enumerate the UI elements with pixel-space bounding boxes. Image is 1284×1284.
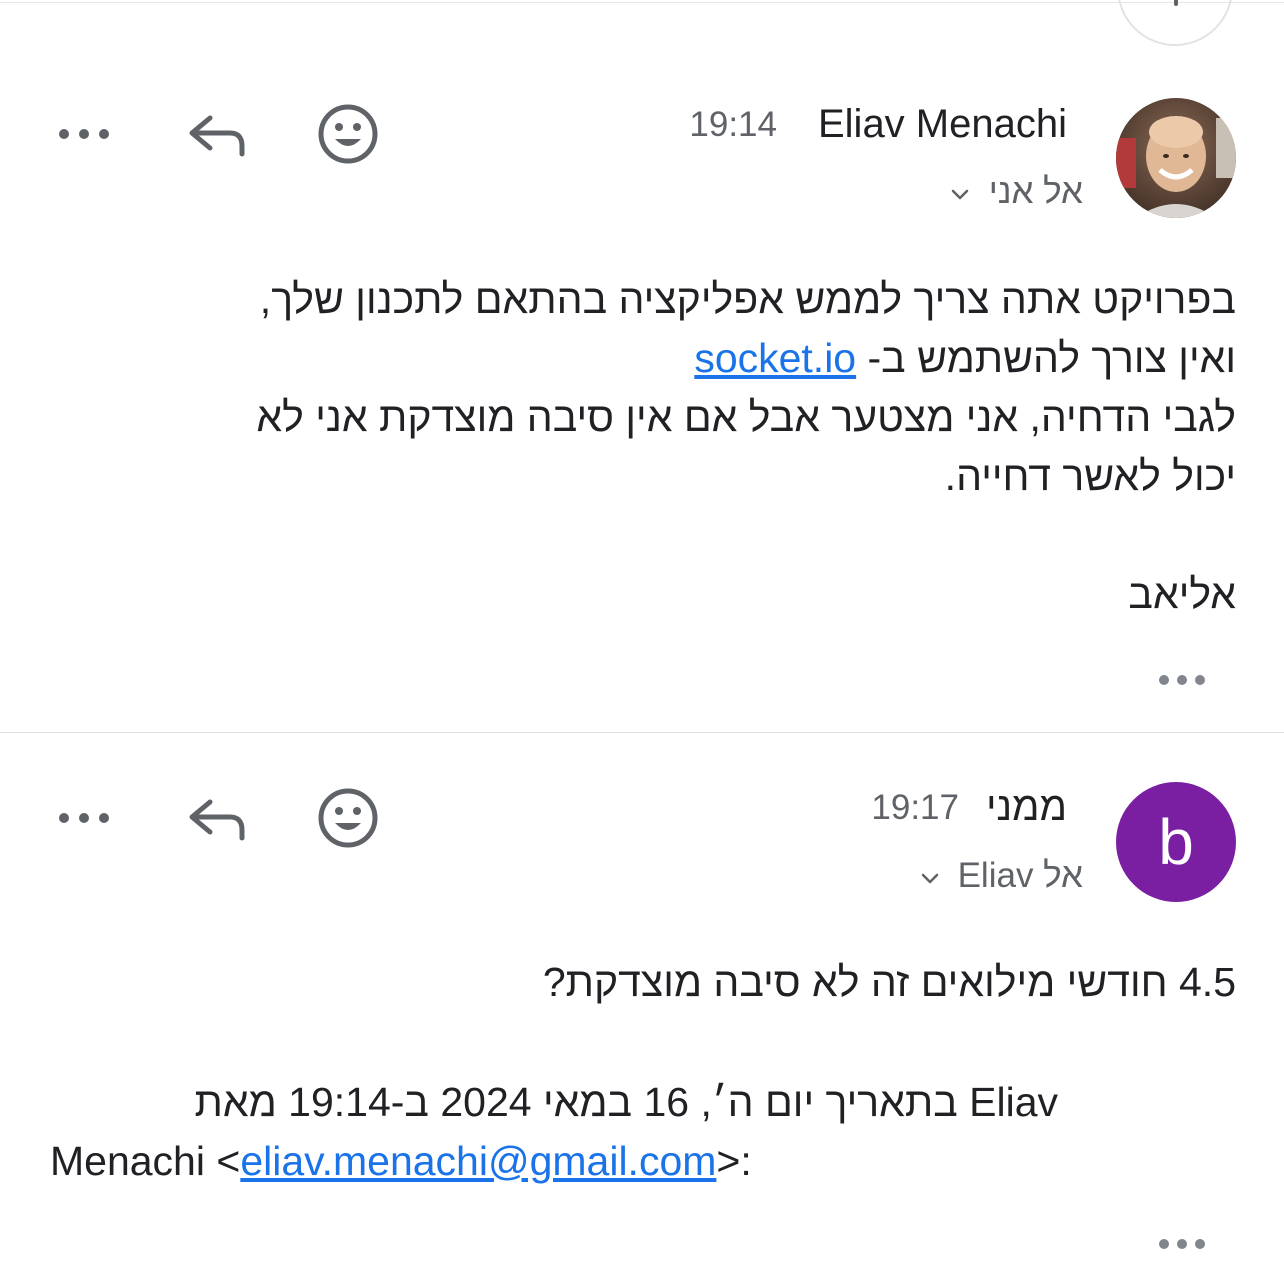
chevron-down-icon[interactable] bbox=[921, 873, 939, 885]
reply-icon bbox=[189, 799, 245, 841]
quoted-header: Eliav בתאריך יום ה׳, 16 במאי 2024 ב-19:1… bbox=[50, 1073, 1058, 1191]
more-horizontal-icon bbox=[59, 129, 109, 139]
message-time: 19:14 bbox=[689, 105, 777, 144]
body-line: לגבי הדחיה, אני מצטער אבל אם אין סיבה מו… bbox=[256, 394, 1236, 440]
reply-button[interactable] bbox=[184, 786, 248, 850]
chevron-down-icon[interactable] bbox=[951, 189, 969, 201]
body-line: ואין צורך להשתמש ב- socket.io bbox=[256, 329, 1236, 388]
body-line: יכול לאשר דחייה. bbox=[944, 453, 1236, 499]
message-card-1: Eliav Menachi 19:14 אל אני בפרויקט אתה צ… bbox=[0, 0, 1284, 732]
show-quoted-text-icon[interactable] bbox=[1156, 1234, 1212, 1254]
sender-name[interactable]: ממני bbox=[986, 785, 1067, 830]
show-quoted-text-icon[interactable] bbox=[1156, 670, 1212, 690]
sender-avatar[interactable]: b bbox=[1116, 782, 1236, 902]
message-body: בפרויקט אתה צריך לממש אפליקציה בהתאם לתכ… bbox=[256, 270, 1236, 624]
quoted-header-line: Menachi <eliav.menachi@gmail.com>: bbox=[50, 1132, 1058, 1191]
quoted-suffix: >: bbox=[716, 1138, 752, 1184]
body-line: בפרויקט אתה צריך לממש אפליקציה בהתאם לתכ… bbox=[259, 276, 1236, 322]
sender-avatar-photo[interactable] bbox=[1116, 98, 1236, 218]
smiley-icon bbox=[318, 788, 378, 848]
recipient-label[interactable]: אל Eliav bbox=[958, 856, 1083, 896]
message-body: 4.5 חודשי מילואים זה לא סיבה מוצדקת? bbox=[543, 953, 1236, 1012]
signature: אליאב bbox=[1128, 571, 1236, 617]
more-horizontal-icon bbox=[59, 813, 109, 823]
more-options-button[interactable] bbox=[52, 102, 116, 166]
reply-icon bbox=[189, 115, 245, 157]
reply-button[interactable] bbox=[184, 102, 248, 166]
sender-name[interactable]: Eliav Menachi bbox=[818, 102, 1067, 147]
quoted-header-line: Eliav בתאריך יום ה׳, 16 במאי 2024 ב-19:1… bbox=[194, 1079, 1058, 1125]
socket-io-link[interactable]: socket.io bbox=[694, 335, 856, 381]
add-reaction-button[interactable] bbox=[316, 102, 380, 166]
message-card-2: b ממני 19:17 אל Eliav 4.5 חודשי מילואים … bbox=[0, 733, 1284, 1284]
more-options-button[interactable] bbox=[52, 786, 116, 850]
add-reaction-button[interactable] bbox=[316, 786, 380, 850]
message-time: 19:17 bbox=[871, 788, 959, 827]
smiley-icon bbox=[318, 104, 378, 164]
email-link[interactable]: eliav.menachi@gmail.com bbox=[240, 1138, 716, 1184]
body-text: ואין צורך להשתמש ב- bbox=[867, 335, 1236, 381]
quoted-sender-name: Menachi < bbox=[50, 1138, 241, 1184]
recipient-label[interactable]: אל אני bbox=[989, 172, 1083, 212]
body-line: 4.5 חודשי מילואים זה לא סיבה מוצדקת? bbox=[542, 959, 1236, 1005]
